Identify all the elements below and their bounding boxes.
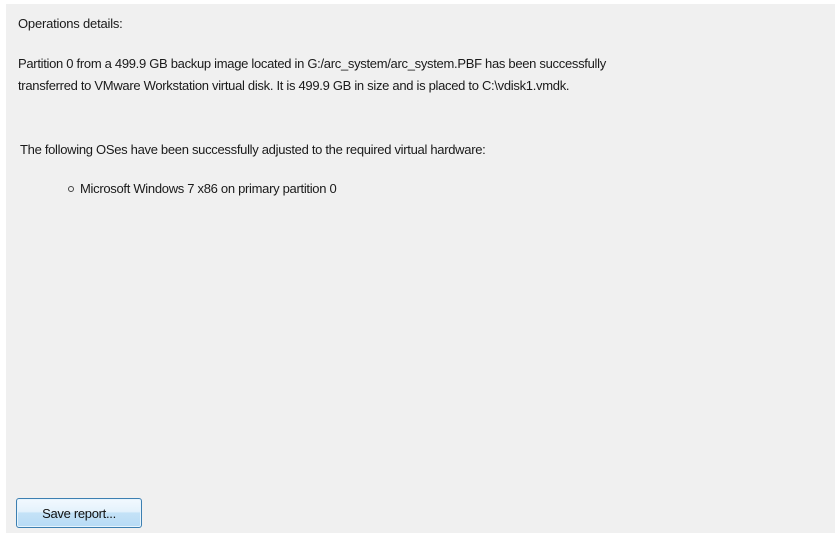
operations-details-title: Operations details:	[18, 16, 123, 31]
save-report-button[interactable]: Save report...	[16, 498, 142, 528]
operation-summary: Partition 0 from a 499.9 GB backup image…	[18, 53, 830, 97]
adjusted-os-intro: The following OSes have been successfull…	[20, 142, 486, 157]
summary-line-1: Partition 0 from a 499.9 GB backup image…	[18, 56, 606, 71]
operations-details-panel: Operations details: Partition 0 from a 4…	[6, 4, 835, 533]
summary-line-2: transferred to VMware Workstation virtua…	[18, 78, 570, 93]
os-list-item-label: Microsoft Windows 7 x86 on primary parti…	[80, 181, 337, 196]
circle-bullet-icon	[68, 185, 74, 192]
adjusted-os-list: Microsoft Windows 7 x86 on primary parti…	[68, 181, 337, 196]
os-list-item: Microsoft Windows 7 x86 on primary parti…	[68, 181, 337, 196]
